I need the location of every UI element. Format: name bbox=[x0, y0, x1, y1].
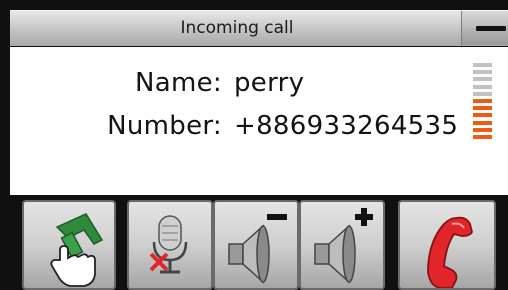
minimize-button[interactable] bbox=[461, 11, 508, 45]
number-label: Number: bbox=[107, 111, 222, 141]
signal-segment bbox=[473, 99, 492, 103]
signal-segment bbox=[473, 113, 492, 118]
mute-mic-button[interactable] bbox=[127, 200, 213, 290]
volume-down-button[interactable] bbox=[213, 200, 299, 290]
signal-strength-meter bbox=[473, 63, 493, 187]
microphone-mute-icon bbox=[149, 215, 188, 274]
title-bar: Incoming call bbox=[10, 10, 508, 46]
call-control-bar bbox=[10, 200, 508, 290]
signal-segment bbox=[473, 77, 492, 82]
signal-segment bbox=[473, 63, 492, 67]
hang-up-button[interactable] bbox=[398, 200, 496, 290]
signal-segment bbox=[473, 106, 492, 111]
number-row: Number: +886933264535 bbox=[10, 106, 480, 146]
caller-info-panel: Name: perry Number: +886933264535 bbox=[10, 47, 508, 195]
speaker-minus-icon bbox=[228, 214, 287, 284]
signal-segment bbox=[473, 120, 492, 125]
name-label: Name: bbox=[135, 68, 222, 98]
hand-answer-icon bbox=[50, 213, 104, 287]
name-row: Name: perry bbox=[10, 63, 480, 103]
signal-segment bbox=[473, 70, 492, 75]
signal-segment bbox=[473, 135, 492, 139]
volume-up-button[interactable] bbox=[299, 200, 385, 290]
signal-segment bbox=[473, 91, 492, 96]
number-value: +886933264535 bbox=[234, 111, 459, 141]
minimize-icon bbox=[476, 26, 506, 31]
answer-button[interactable] bbox=[22, 200, 116, 290]
name-value: perry bbox=[234, 68, 305, 98]
signal-segment bbox=[473, 127, 492, 132]
red-phone-handset-icon bbox=[427, 216, 473, 288]
signal-segment bbox=[473, 84, 492, 89]
window-title: Incoming call bbox=[180, 18, 294, 38]
speaker-plus-icon bbox=[314, 208, 373, 284]
